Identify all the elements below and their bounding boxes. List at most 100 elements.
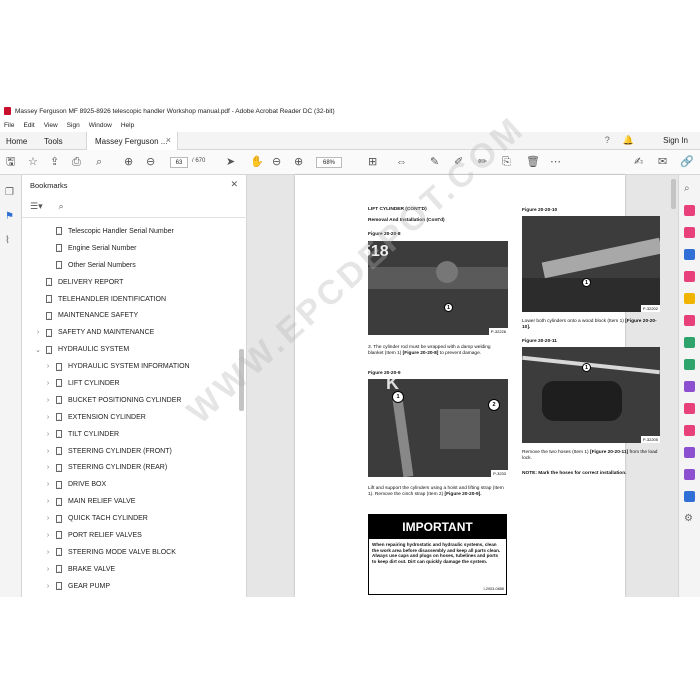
page-fit-icon[interactable]: ⊞: [368, 156, 377, 168]
request-signature-icon[interactable]: [684, 447, 695, 458]
tab-document[interactable]: Massey Ferguson ... ×: [86, 132, 178, 150]
comment-tool-icon[interactable]: [684, 293, 695, 304]
fill-sign-icon[interactable]: [684, 381, 695, 392]
bookmark-item[interactable]: › BUCKET POSITIONING CYLINDER: [22, 392, 236, 409]
bookmark-item[interactable]: › QUICK TACH CYLINDER: [22, 510, 236, 527]
email-icon[interactable]: ✉: [658, 156, 667, 168]
export-pdf-icon[interactable]: [684, 249, 695, 260]
comment-icon[interactable]: ✎: [430, 156, 439, 168]
zoom-in-icon[interactable]: ⊕: [294, 156, 303, 168]
create-pdf-icon[interactable]: [684, 205, 695, 216]
find-icon[interactable]: ⌕: [96, 156, 102, 168]
expand-chevron-icon[interactable]: ›: [44, 448, 52, 455]
bookmark-item[interactable]: › DRIVE BOX: [22, 476, 236, 493]
sign-pen-icon[interactable]: ✍: [634, 156, 643, 168]
bookmark-item[interactable]: › STEERING MODE VALVE BLOCK: [22, 544, 236, 561]
notification-bell-icon[interactable]: 🔔: [623, 135, 634, 146]
expand-chevron-icon[interactable]: ›: [44, 583, 52, 590]
send-review-icon[interactable]: [684, 491, 695, 502]
page-down-icon[interactable]: ⊖: [146, 156, 155, 168]
zoom-out-icon[interactable]: ⊖: [272, 156, 281, 168]
compress-pdf-icon[interactable]: [684, 337, 695, 348]
bookmark-item[interactable]: › BRAKE VALVE: [22, 561, 236, 578]
bookmark-item[interactable]: DELIVERY REPORT: [22, 274, 236, 291]
bookmark-star-icon[interactable]: ☆: [28, 156, 38, 168]
menu-edit[interactable]: Edit: [23, 122, 34, 129]
expand-chevron-icon[interactable]: ›: [44, 431, 52, 438]
tab-home[interactable]: Home: [6, 132, 27, 150]
menu-view[interactable]: View: [44, 122, 58, 129]
attachments-icon[interactable]: ⌇: [5, 235, 10, 246]
bookmark-item[interactable]: Telescopic Handler Serial Number: [22, 223, 236, 240]
bookmark-item[interactable]: › HYDRAULIC SYSTEM INFORMATION: [22, 358, 236, 375]
bookmark-item[interactable]: MAINTENANCE SAFETY: [22, 307, 236, 324]
print-icon[interactable]: ⎙: [72, 156, 81, 168]
save-icon[interactable]: 🖫: [6, 156, 15, 168]
zoom-search-icon[interactable]: ⌕: [684, 183, 695, 194]
bookmarks-panel-icon[interactable]: ⚑: [5, 211, 14, 222]
scan-ocr-icon[interactable]: [684, 359, 695, 370]
bookmarks-scrollbar[interactable]: [239, 349, 244, 411]
scroll-mode-icon[interactable]: ⇔: [396, 156, 407, 168]
select-cursor-icon[interactable]: ➤: [226, 156, 235, 168]
bookmark-item[interactable]: Engine Serial Number: [22, 240, 236, 257]
share-link-icon[interactable]: 🔗: [680, 156, 694, 168]
organize-pages-icon[interactable]: [684, 315, 695, 326]
redact-icon[interactable]: [684, 425, 695, 436]
expand-chevron-icon[interactable]: ›: [44, 363, 52, 370]
document-view[interactable]: LIFT CYLINDER (CONT'D) Removal And Insta…: [247, 175, 678, 597]
bookmark-item[interactable]: › GEAR PUMP: [22, 578, 236, 595]
bookmark-item[interactable]: › TILT CYLINDER: [22, 426, 236, 443]
zoom-level-dropdown[interactable]: 68%: [316, 157, 342, 168]
bookmark-options-icon[interactable]: ☰▾: [30, 201, 43, 212]
delete-icon[interactable]: 🗑: [526, 156, 540, 168]
bookmark-item[interactable]: › LIFT CYLINDER: [22, 375, 236, 392]
expand-chevron-icon[interactable]: ›: [44, 566, 52, 573]
upload-icon[interactable]: ⇪: [50, 156, 59, 168]
page-number-input[interactable]: 63: [170, 157, 188, 168]
collapse-chevron-icon[interactable]: ⌄: [34, 346, 42, 354]
close-tab-icon[interactable]: ×: [166, 135, 171, 145]
expand-chevron-icon[interactable]: ›: [44, 549, 52, 556]
bookmark-item[interactable]: › EXTENSION CYLINDER: [22, 409, 236, 426]
sign-in-button[interactable]: Sign In: [663, 136, 688, 145]
bookmark-item[interactable]: › SAFETY AND MAINTENANCE: [22, 324, 236, 341]
document-scrollbar[interactable]: [671, 179, 676, 209]
page-thumbnails-icon[interactable]: ❐: [5, 187, 14, 198]
expand-chevron-icon[interactable]: ›: [44, 380, 52, 387]
more-tools-icon[interactable]: ⚙: [684, 513, 695, 524]
stamp-icon[interactable]: ⎘: [502, 156, 511, 168]
close-panel-icon[interactable]: ✕: [230, 179, 238, 190]
bookmark-item[interactable]: › PORT RELIEF VALVES: [22, 527, 236, 544]
expand-chevron-icon[interactable]: ›: [44, 397, 52, 404]
highlight-icon[interactable]: ✐: [454, 156, 463, 168]
bookmark-item[interactable]: TELEHANDLER IDENTIFICATION: [22, 291, 236, 308]
expand-chevron-icon[interactable]: ›: [44, 464, 52, 471]
expand-chevron-icon[interactable]: ›: [44, 414, 52, 421]
page-up-icon[interactable]: ⊕: [124, 156, 133, 168]
help-icon[interactable]: ?: [605, 135, 610, 146]
expand-chevron-icon[interactable]: ›: [44, 498, 52, 505]
expand-chevron-icon[interactable]: ›: [44, 515, 52, 522]
expand-chevron-icon[interactable]: ›: [44, 481, 52, 488]
bookmark-item[interactable]: › MAIN RELIEF VALVE: [22, 493, 236, 510]
menu-file[interactable]: File: [4, 122, 14, 129]
menu-window[interactable]: Window: [89, 122, 112, 129]
hand-tool-icon[interactable]: ✋: [250, 156, 264, 168]
combine-files-icon[interactable]: [684, 271, 695, 282]
protect-icon[interactable]: [684, 403, 695, 414]
prepare-form-icon[interactable]: [684, 469, 695, 480]
bookmark-item[interactable]: › STEERING CYLINDER (REAR): [22, 459, 236, 476]
draw-icon[interactable]: ✏: [478, 156, 487, 168]
expand-bookmark-icon[interactable]: ⌕: [59, 201, 64, 212]
more-tools-icon[interactable]: ⋯: [550, 156, 561, 168]
menu-sign[interactable]: Sign: [67, 122, 80, 129]
menu-help[interactable]: Help: [121, 122, 134, 129]
bookmark-item[interactable]: › STEERING CYLINDER (FRONT): [22, 443, 236, 460]
bookmark-item[interactable]: Other Serial Numbers: [22, 257, 236, 274]
tab-tools[interactable]: Tools: [44, 132, 63, 150]
expand-chevron-icon[interactable]: ›: [34, 329, 42, 336]
edit-pdf-icon[interactable]: [684, 227, 695, 238]
bookmark-item[interactable]: ⌄ HYDRAULIC SYSTEM: [22, 341, 236, 358]
expand-chevron-icon[interactable]: ›: [44, 532, 52, 539]
